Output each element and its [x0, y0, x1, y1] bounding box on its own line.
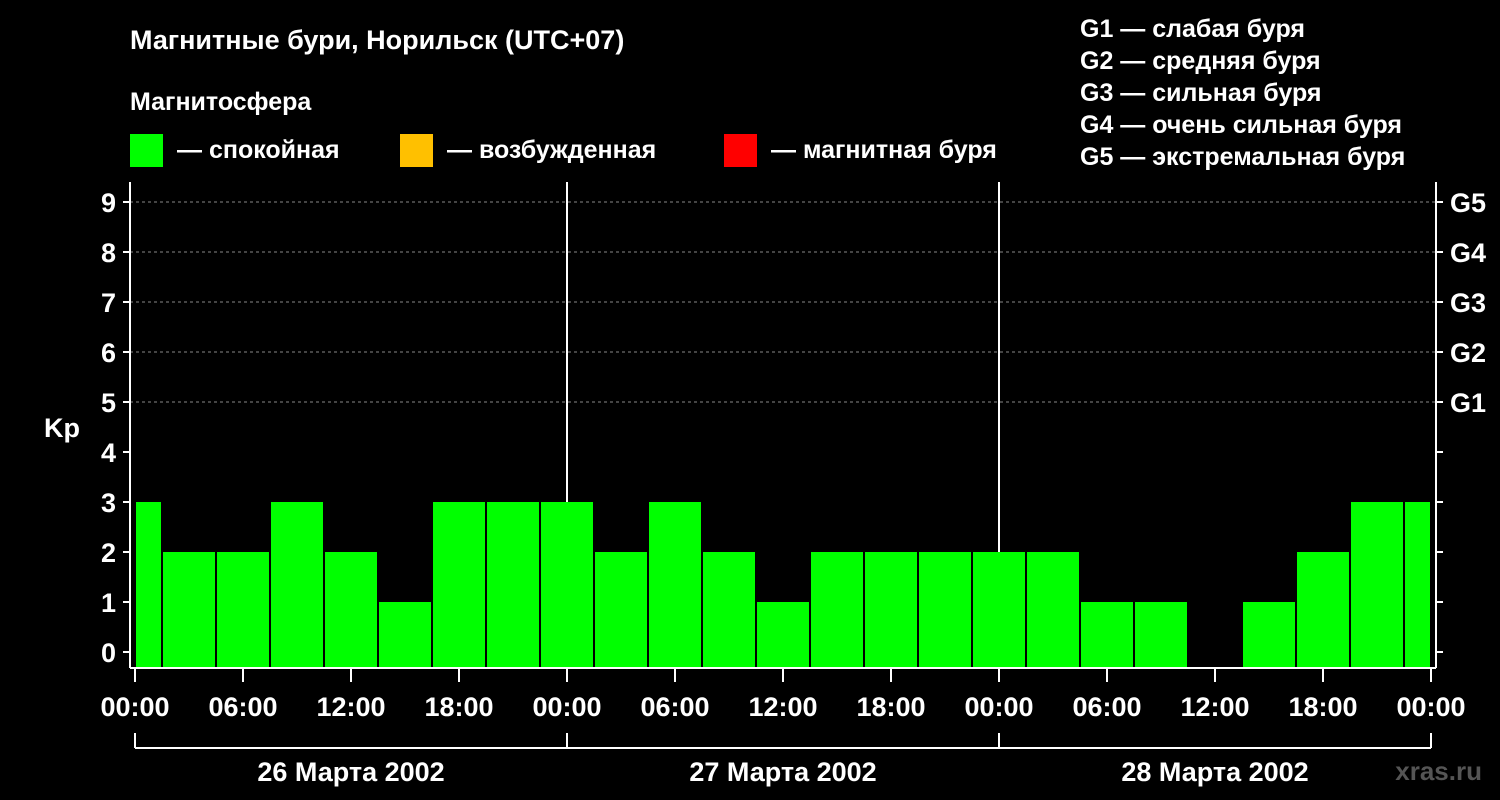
g-level-label: G5: [1450, 188, 1486, 218]
bar: [379, 602, 431, 668]
x-tick-label: 00:00: [964, 692, 1033, 722]
x-tick-label: 12:00: [748, 692, 817, 722]
y-tick-label: 6: [101, 338, 116, 368]
y-axis-label: Kp: [44, 413, 80, 443]
bar: [1351, 502, 1403, 668]
y-tick-label: 4: [101, 438, 116, 468]
y-tick-label: 0: [101, 638, 116, 668]
g-level-label: G3: [1450, 288, 1486, 318]
bar: [1297, 552, 1349, 668]
bar: [757, 602, 809, 668]
bar: [1027, 552, 1079, 668]
day-label: 27 Марта 2002: [689, 757, 876, 787]
day-label: 28 Марта 2002: [1121, 757, 1308, 787]
legend-swatch: [400, 134, 433, 167]
bar: [595, 552, 647, 668]
bar: [973, 552, 1025, 668]
bar: [1243, 602, 1295, 668]
g-scale-item: G3 — сильная буря: [1080, 79, 1322, 107]
watermark: xras.ru: [1395, 756, 1482, 786]
y-tick-label: 9: [101, 188, 116, 218]
legend-label: — магнитная буря: [771, 136, 997, 164]
bar: [136, 502, 161, 668]
g-scale-item: G1 — слабая буря: [1080, 15, 1305, 43]
kp-chart: Магнитные бури, Норильск (UTC+07) Магнит…: [44, 15, 1486, 787]
x-tick-label: 06:00: [640, 692, 709, 722]
x-tick-label: 18:00: [1288, 692, 1357, 722]
bar: [325, 552, 377, 668]
legend-label: — возбужденная: [447, 136, 656, 164]
legend-title: Магнитосфера: [130, 88, 312, 116]
bar: [1081, 602, 1133, 668]
bar: [865, 552, 917, 668]
x-tick-label: 06:00: [208, 692, 277, 722]
x-tick-label: 00:00: [1396, 692, 1465, 722]
legend-swatch: [130, 134, 163, 167]
x-tick-label: 12:00: [316, 692, 385, 722]
legend-swatch: [724, 134, 757, 167]
chart-title: Магнитные бури, Норильск (UTC+07): [130, 25, 624, 55]
g-scale-item: G2 — средняя буря: [1080, 47, 1321, 75]
y-tick-label: 7: [101, 288, 116, 318]
g-scale-legend: G1 — слабая буря G2 — средняя буря G3 — си…: [1080, 15, 1405, 171]
g-level-label: G1: [1450, 388, 1486, 418]
y-tick-label: 2: [101, 538, 116, 568]
bar: [703, 552, 755, 668]
bars: [136, 502, 1430, 668]
y-tick-label: 8: [101, 238, 116, 268]
bar: [487, 502, 539, 668]
g-level-label: G4: [1450, 238, 1486, 268]
bar: [1405, 502, 1430, 668]
y-tick-label: 1: [101, 588, 116, 618]
bar: [271, 502, 323, 668]
x-tick-label: 00:00: [532, 692, 601, 722]
g-scale-item: G5 — экстремальная буря: [1080, 143, 1405, 171]
bar: [163, 552, 215, 668]
x-axis: 00:00 06:00 12:00 18:00 00:00 06:00 12:00 18:00…: [100, 668, 1466, 787]
bar: [433, 502, 485, 668]
bar: [649, 502, 701, 668]
x-tick-label: 18:00: [856, 692, 925, 722]
legend-label: — спокойная: [177, 136, 340, 164]
legend: — спокойная — возбужденная — магнитная бур…: [130, 134, 997, 167]
bar: [1135, 602, 1187, 668]
g-scale-item: G4 — очень сильная буря: [1080, 111, 1402, 139]
x-tick-label: 06:00: [1072, 692, 1141, 722]
x-tick-label: 00:00: [100, 692, 169, 722]
g-level-label: G2: [1450, 338, 1486, 368]
bar: [217, 552, 269, 668]
bar: [919, 552, 971, 668]
day-label: 26 Марта 2002: [257, 757, 444, 787]
x-tick-label: 12:00: [1180, 692, 1249, 722]
y-tick-label: 5: [101, 388, 116, 418]
bar: [541, 502, 593, 668]
x-tick-label: 18:00: [424, 692, 493, 722]
y-tick-label: 3: [101, 488, 116, 518]
bar: [811, 552, 863, 668]
